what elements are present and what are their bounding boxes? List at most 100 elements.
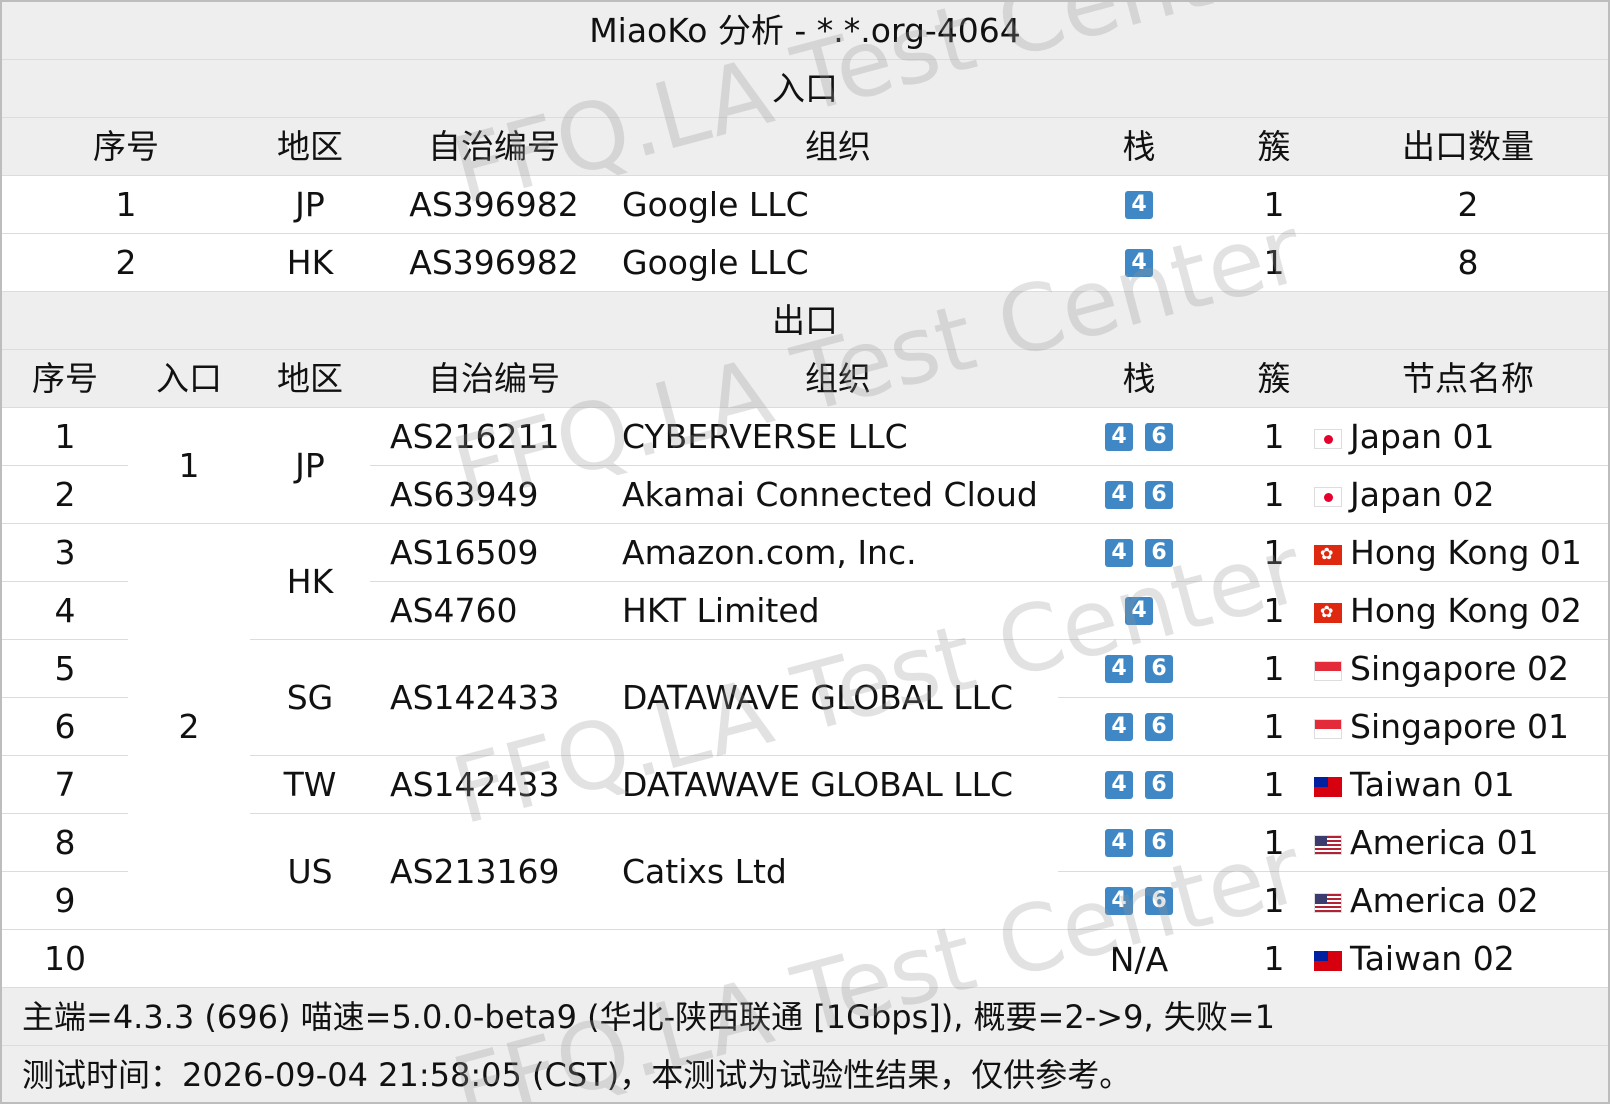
ipv4-badge: 4	[1105, 539, 1133, 567]
entry-row-1: 1 JP AS396982 Google LLC 4 1 2	[2, 176, 1608, 234]
exit-entry-group: 2	[128, 524, 250, 929]
page-title: MiaoKo 分析 - *.*.org-4064	[589, 11, 1021, 50]
ipv4-badge: 4	[1105, 829, 1133, 857]
exit-cluster: 1	[1263, 475, 1285, 514]
exit-header-region: 地区	[277, 359, 343, 398]
ipv4-badge: 4	[1125, 249, 1153, 277]
entry-stack: 4	[1058, 176, 1220, 234]
exit-org: DATAWAVE GLOBAL LLC	[602, 756, 1058, 813]
stack-text: N/A	[1109, 939, 1169, 979]
entry-asn: AS396982	[409, 185, 579, 224]
exit-header-asn: 自治编号	[428, 359, 560, 398]
entry-org: Google LLC	[622, 243, 809, 282]
exit-asn: AS63949	[370, 466, 618, 523]
exit-row-10: 10 N/A 1 Taiwan 02	[2, 930, 1608, 988]
exit-asn: AS213169	[370, 814, 618, 929]
exit-asn: AS216211	[370, 408, 618, 465]
exit-stack: 46	[1058, 640, 1220, 698]
exit-cluster: 1	[1263, 939, 1285, 978]
exit-cluster: 1	[1263, 649, 1285, 688]
exit-header-cluster: 簇	[1257, 359, 1291, 398]
exit-cluster: 1	[1263, 533, 1285, 572]
entry-header-asn: 自治编号	[428, 127, 560, 166]
exit-header-org: 组织	[805, 359, 871, 398]
exit-header-idx: 序号	[32, 359, 98, 398]
footer-summary: 主端=4.3.3 (696) 喵速=5.0.0-beta9 (华北-陕西联通 […	[2, 988, 1608, 1046]
exit-idx: 9	[54, 881, 76, 920]
exit-asn: AS142433	[370, 640, 618, 755]
exit-idx: 8	[54, 823, 76, 862]
entry-idx: 1	[115, 185, 137, 224]
exit-node-name: Taiwan 02	[1350, 939, 1515, 978]
entry-header-org: 组织	[805, 127, 871, 166]
entry-region: HK	[286, 243, 334, 282]
exit-cluster: 1	[1263, 823, 1285, 862]
ipv6-badge: 6	[1145, 829, 1173, 857]
exit-org: DATAWAVE GLOBAL LLC	[602, 640, 1058, 755]
exit-region-group: JP	[250, 408, 370, 523]
exit-section-label: 出口	[772, 301, 838, 340]
exit-org: HKT Limited	[602, 582, 1058, 639]
exit-node: Singapore 02	[1314, 640, 1608, 698]
flag-hk-icon	[1314, 541, 1342, 567]
ipv4-badge: 4	[1125, 597, 1153, 625]
exit-cluster: 1	[1263, 707, 1285, 746]
exit-cluster: 1	[1263, 881, 1285, 920]
exit-org: Catixs Ltd	[602, 814, 1058, 929]
entry-header-count: 出口数量	[1402, 127, 1534, 166]
exit-stack: 46	[1058, 814, 1220, 872]
exit-stack: 4	[1058, 582, 1220, 640]
exit-node: America 02	[1314, 872, 1608, 930]
exit-stack: N/A	[1058, 930, 1220, 988]
flag-jp-icon	[1314, 428, 1342, 449]
ipv4-badge: 4	[1105, 713, 1133, 741]
exit-org: CYBERVERSE LLC	[602, 408, 1058, 465]
exit-cluster: 1	[1263, 591, 1285, 630]
exit-idx: 6	[54, 707, 76, 746]
exit-node-name: Japan 02	[1350, 475, 1495, 514]
entry-count: 8	[1457, 243, 1479, 282]
exit-idx: 4	[54, 591, 76, 630]
exit-node-name: Hong Kong 02	[1350, 591, 1582, 630]
exit-node: Japan 01	[1314, 408, 1608, 466]
entry-org: Google LLC	[622, 185, 809, 224]
exit-asn: AS142433	[370, 756, 618, 813]
result-table-image: MiaoKo 分析 - *.*.org-4064 入口 序号 地区 自治编号 组…	[0, 0, 1610, 1104]
exit-idx: 7	[54, 765, 76, 804]
ipv6-badge: 6	[1145, 771, 1173, 799]
exit-idx: 3	[54, 533, 76, 572]
exit-asn: AS4760	[370, 582, 618, 639]
exit-node-name: Hong Kong 01	[1350, 533, 1582, 572]
exit-org: Amazon.com, Inc.	[602, 524, 1058, 581]
exit-cluster: 1	[1263, 765, 1285, 804]
ipv6-badge: 6	[1145, 423, 1173, 451]
flag-jp-icon	[1314, 486, 1342, 507]
exit-stack: 46	[1058, 524, 1220, 582]
exit-node: America 01	[1314, 814, 1608, 872]
exit-region-group: TW	[250, 756, 370, 813]
exit-node: Japan 02	[1314, 466, 1608, 524]
exit-idx: 1	[54, 417, 76, 456]
exit-header-stack: 栈	[1122, 359, 1156, 398]
exit-node: Hong Kong 02	[1314, 582, 1608, 640]
entry-header-cluster: 簇	[1257, 127, 1291, 166]
exit-region-group: HK	[250, 524, 370, 639]
flag-tw-icon	[1314, 776, 1342, 797]
ipv6-badge: 6	[1145, 887, 1173, 915]
ipv6-badge: 6	[1145, 655, 1173, 683]
exit-stack: 46	[1058, 408, 1220, 466]
entry-section-label: 入口	[772, 69, 838, 108]
footer-test-time: 测试时间：2026-09-04 21:58:05 (CST)，本测试为试验性结果…	[2, 1046, 1608, 1102]
flag-hk-icon	[1314, 599, 1342, 625]
entry-region: JP	[295, 185, 325, 224]
exit-node-name: Taiwan 01	[1350, 765, 1515, 804]
flag-sg-icon	[1314, 718, 1342, 739]
exit-entry-group: 1	[128, 408, 250, 523]
ipv6-badge: 6	[1145, 481, 1173, 509]
ipv4-badge: 4	[1105, 887, 1133, 915]
entry-header-stack: 栈	[1122, 127, 1156, 166]
ipv4-badge: 4	[1105, 481, 1133, 509]
exit-idx: 5	[54, 649, 76, 688]
exit-idx: 2	[54, 475, 76, 514]
flag-tw-icon	[1314, 950, 1342, 971]
